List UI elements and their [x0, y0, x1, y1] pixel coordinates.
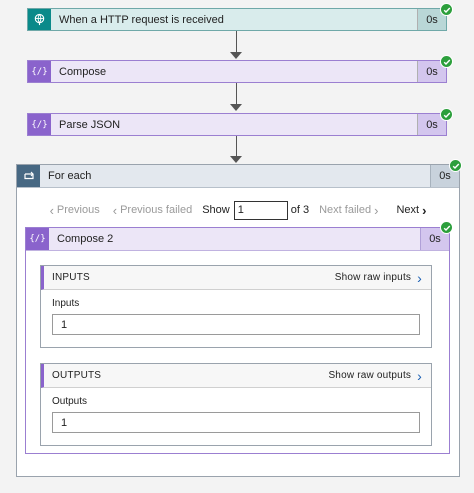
chevron-left-icon: ‹ [49, 202, 54, 218]
previous-button[interactable]: ‹ Previous [47, 204, 100, 217]
chevron-right-icon: › [422, 202, 427, 218]
show-raw-inputs-label: Show raw inputs [334, 272, 412, 283]
inputs-field-value[interactable]: 1 [52, 314, 420, 335]
code-braces-icon: {/} [28, 61, 51, 82]
for-each-header[interactable]: For each 0s [17, 165, 459, 188]
compose-2-title: Compose 2 [49, 228, 420, 250]
code-braces-icon: {/} [28, 114, 51, 135]
compose-2-card: {/} Compose 2 0s INPUTS Show raw inputs … [25, 227, 450, 454]
http-trigger-card[interactable]: When a HTTP request is received 0s [27, 8, 447, 31]
chevron-right-icon: › [417, 367, 422, 384]
next-label: Next [396, 204, 420, 216]
next-failed-label: Next failed [319, 204, 372, 216]
parse-json-title: Parse JSON [51, 114, 417, 135]
success-check-icon [440, 221, 453, 234]
outputs-field-value[interactable]: 1 [52, 412, 420, 433]
inputs-field-label: Inputs [52, 298, 80, 309]
show-raw-inputs-link[interactable]: Show raw inputs › [335, 271, 425, 285]
for-each-title: For each [48, 170, 92, 182]
loop-icon [17, 165, 40, 187]
http-trigger-title: When a HTTP request is received [51, 9, 417, 30]
success-check-icon [440, 55, 453, 68]
show-raw-outputs-label: Show raw outputs [328, 370, 412, 381]
chevron-left-icon: ‹ [112, 202, 118, 218]
previous-label: Previous [56, 204, 100, 216]
connector-arrow [230, 52, 242, 59]
connector-arrow [230, 156, 242, 163]
inputs-header: INPUTS [52, 272, 90, 283]
outputs-field-label: Outputs [52, 396, 88, 407]
outputs-panel-header: OUTPUTS Show raw outputs › [41, 364, 431, 388]
show-label: Show [202, 204, 230, 216]
iteration-pager: ‹ Previous ‹ Previous failed Show 1 of 3… [17, 199, 459, 221]
inputs-panel-header: INPUTS Show raw inputs › [41, 266, 431, 290]
outputs-panel: OUTPUTS Show raw outputs › Outputs 1 [40, 363, 432, 446]
next-button[interactable]: Next › [396, 204, 429, 217]
compose-card[interactable]: {/} Compose 0s [27, 60, 447, 83]
for-each-container: For each 0s ‹ Previous ‹ Previous failed… [16, 164, 460, 477]
code-braces-icon: {/} [26, 228, 49, 250]
previous-failed-label: Previous failed [120, 204, 193, 216]
parse-json-card[interactable]: {/} Parse JSON 0s [27, 113, 447, 136]
compose-2-header[interactable]: {/} Compose 2 0s [26, 228, 449, 251]
iteration-input[interactable]: 1 [233, 200, 288, 220]
compose-title: Compose [51, 61, 417, 82]
previous-failed-button[interactable]: ‹ Previous failed [110, 204, 193, 217]
inputs-panel: INPUTS Show raw inputs › Inputs 1 [40, 265, 432, 348]
success-check-icon [440, 108, 453, 121]
success-check-icon [440, 3, 453, 16]
chevron-right-icon: › [374, 202, 379, 218]
connector-line [236, 83, 237, 104]
show-raw-outputs-link[interactable]: Show raw outputs › [328, 369, 425, 383]
of-total-label: of 3 [290, 204, 310, 216]
connector-line [236, 136, 237, 156]
outputs-header: OUTPUTS [52, 370, 102, 381]
connector-line [236, 31, 237, 52]
next-failed-button[interactable]: Next failed › [319, 204, 381, 217]
chevron-right-icon: › [417, 269, 422, 286]
http-globe-icon [28, 9, 51, 30]
page-selector: Show 1 of 3 [202, 200, 310, 220]
connector-arrow [230, 104, 242, 111]
success-check-icon [449, 159, 462, 172]
